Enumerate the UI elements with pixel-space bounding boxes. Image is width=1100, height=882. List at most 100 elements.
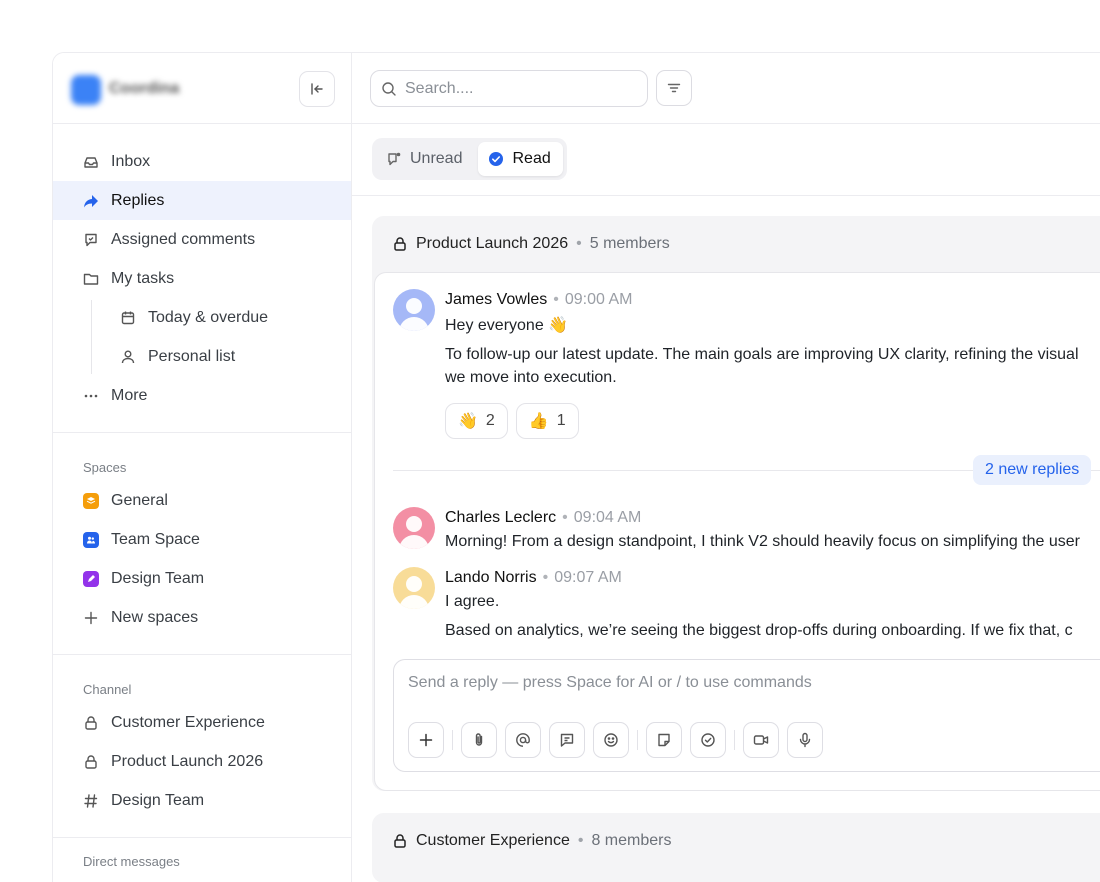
sidebar-item-label: My tasks	[111, 269, 175, 287]
reactions: 👋 2 👍 1	[445, 403, 1100, 439]
sidebar-item-channel-product-launch[interactable]: Product Launch 2026	[53, 742, 351, 781]
sidebar-item-label: More	[111, 386, 148, 404]
message-meta: Charles Leclerc • 09:04 AM	[445, 507, 1100, 528]
add-button[interactable]	[408, 722, 444, 758]
folder-icon	[83, 271, 99, 287]
search-input[interactable]	[405, 79, 635, 98]
spaces-section-title: Spaces	[83, 460, 127, 475]
new-replies-button[interactable]: 2 new replies	[973, 455, 1092, 485]
hash-icon	[83, 793, 99, 809]
separator-dot: •	[562, 508, 568, 526]
reaction-wave[interactable]: 👋 2	[445, 403, 508, 439]
toolbar-separator	[637, 730, 638, 750]
sidebar: Coordina Inbox Replies Assigned comments…	[53, 53, 352, 882]
thread-header[interactable]: Product Launch 2026 • 5 members	[372, 216, 1100, 272]
quote-button[interactable]	[549, 722, 585, 758]
message-text: we move into execution.	[445, 369, 617, 386]
workspace-name[interactable]: Coordina	[109, 80, 179, 98]
search-box[interactable]	[370, 70, 648, 107]
avatar[interactable]	[393, 289, 435, 331]
create-task-button[interactable]	[646, 722, 682, 758]
tab-unread[interactable]: Unread	[376, 142, 474, 176]
video-button[interactable]	[743, 722, 779, 758]
thread-list: Product Launch 2026 • 5 members James Vo…	[352, 196, 1100, 882]
voice-button[interactable]	[787, 722, 823, 758]
app-window: Coordina Inbox Replies Assigned comments…	[52, 52, 1100, 882]
sidebar-item-today-overdue[interactable]: Today & overdue	[53, 298, 351, 337]
sidebar-item-label: Today & overdue	[148, 308, 269, 326]
sidebar-item-label: Personal list	[148, 347, 236, 365]
lock-icon	[83, 715, 99, 731]
message-text: To follow-up our latest update. The main…	[445, 346, 1079, 363]
avatar[interactable]	[393, 507, 435, 549]
sidebar-item-inbox[interactable]: Inbox	[53, 142, 351, 181]
sidebar-item-channel-design-team[interactable]: Design Team	[53, 781, 351, 820]
note-icon	[658, 733, 670, 747]
message-author[interactable]: James Vowles	[445, 291, 547, 309]
sidebar-item-label: Design Team	[111, 569, 205, 587]
sidebar-item-space-design[interactable]: Design Team	[53, 559, 351, 598]
message-time: 09:07 AM	[554, 568, 622, 586]
reply-input[interactable]	[408, 674, 1058, 692]
layers-icon	[83, 492, 99, 509]
sidebar-nav: Inbox Replies Assigned comments My tasks…	[53, 124, 351, 415]
message: Lando Norris • 09:07 AM I agree. Based o…	[393, 567, 1100, 642]
sidebar-item-more[interactable]: More	[53, 376, 351, 415]
reply-arrow-icon	[83, 193, 99, 209]
tab-read[interactable]: Read	[478, 142, 563, 176]
emoji-button[interactable]	[593, 722, 629, 758]
sidebar-item-replies[interactable]: Replies	[53, 181, 351, 220]
separator-dot: •	[576, 235, 582, 252]
plus-icon	[83, 610, 99, 626]
filter-lines-icon	[667, 83, 681, 93]
sidebar-item-space-team[interactable]: Team Space	[53, 520, 351, 559]
tab-unread-label: Unread	[410, 150, 463, 167]
sidebar-item-space-general[interactable]: General	[53, 481, 351, 520]
message: James Vowles • 09:00 AM Hey everyone 👋 T…	[393, 289, 1100, 439]
workspace-logo[interactable]	[71, 75, 101, 105]
filter-toolbar: Unread Read	[352, 124, 1100, 196]
sidebar-item-label: Replies	[111, 191, 165, 209]
sidebar-item-my-tasks[interactable]: My tasks	[53, 259, 351, 298]
thread-card: Product Launch 2026 • 5 members James Vo…	[372, 216, 1100, 791]
sidebar-item-assigned-comments[interactable]: Assigned comments	[53, 220, 351, 259]
sidebar-item-label: Assigned comments	[111, 230, 256, 248]
inbox-icon	[83, 154, 99, 170]
message-author[interactable]: Lando Norris	[445, 569, 537, 587]
separator-dot: •	[542, 568, 549, 586]
message-author[interactable]: Charles Leclerc	[445, 509, 556, 527]
channel-section-title: Channel	[83, 682, 132, 697]
lock-icon	[392, 236, 408, 252]
new-space-button[interactable]: New spaces	[53, 598, 351, 637]
sidebar-divider	[53, 837, 351, 838]
top-bar	[352, 53, 1100, 124]
sidebar-item-personal-list[interactable]: Personal list	[53, 337, 351, 376]
filter-button[interactable]	[656, 70, 692, 106]
reaction-thumbs-up[interactable]: 👍 1	[515, 403, 579, 439]
collapse-sidebar-button[interactable]	[299, 71, 335, 107]
sidebar-divider	[53, 432, 351, 433]
attach-button[interactable]	[461, 722, 497, 758]
separator-dot: •	[577, 832, 584, 849]
message-text: Based on analytics, we’re seeing the big…	[445, 622, 1073, 639]
message-text: Hey everyone 👋	[445, 317, 569, 334]
sidebar-item-label: Customer Experience	[111, 713, 265, 731]
reaction-emoji: 👋	[458, 413, 478, 430]
avatar[interactable]	[393, 567, 435, 609]
message-time: 09:04 AM	[573, 508, 642, 526]
separator-dot: •	[553, 290, 559, 308]
mark-done-button[interactable]	[690, 722, 726, 758]
check-circle-outline-icon	[701, 733, 715, 747]
thread-members: 8 members	[591, 832, 672, 849]
tab-read-label: Read	[512, 150, 551, 167]
at-sign-icon	[516, 733, 530, 747]
sidebar-item-label: Design Team	[111, 791, 205, 809]
sidebar-header: Coordina	[53, 53, 351, 124]
paperclip-icon	[475, 733, 483, 746]
thread-header[interactable]: Customer Experience • 8 members	[372, 813, 1100, 869]
mention-button[interactable]	[505, 722, 541, 758]
toolbar-separator	[734, 730, 735, 750]
sidebar-item-channel-customer-experience[interactable]: Customer Experience	[53, 703, 351, 742]
message-meta: James Vowles • 09:00 AM	[445, 289, 1100, 310]
toolbar-separator	[452, 730, 453, 750]
